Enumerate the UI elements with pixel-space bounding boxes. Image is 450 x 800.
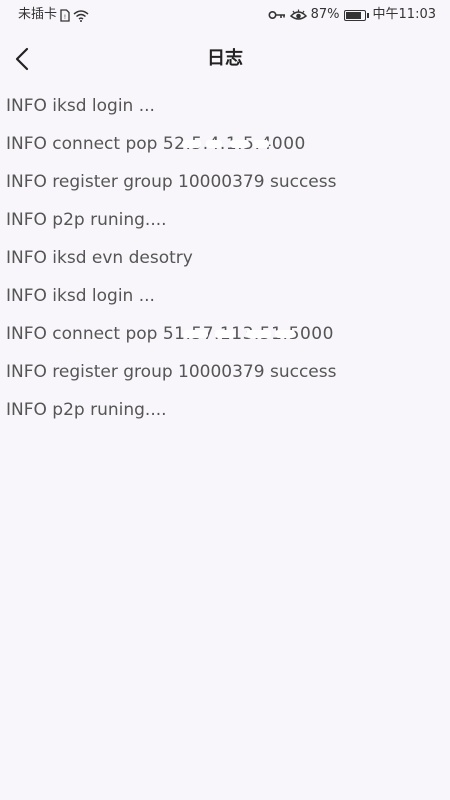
status-left: 未插卡 ! [18, 6, 89, 24]
log-line: INFO iksd evn desotry [6, 246, 446, 284]
log-line: INFO p2p runing.... [6, 208, 446, 246]
key-icon [268, 9, 286, 21]
app-header: 日志 [0, 34, 450, 84]
clock-time: 中午11:03 [372, 7, 436, 22]
log-text: INFO iksd login ... [6, 286, 155, 306]
log-text: INFO register group 10000379 success [6, 362, 337, 382]
log-text: INFO connect pop [6, 324, 163, 344]
wifi-icon [73, 9, 89, 22]
log-line: INFO register group 10000379 success [6, 170, 446, 208]
eye-icon [289, 9, 307, 22]
log-text: INFO iksd login ... [6, 96, 155, 116]
log-line: INFO connect pop 51.57.113.51:5000 [6, 322, 446, 360]
sim-icon: ! [60, 8, 70, 22]
log-line: INFO iksd login ... [6, 94, 446, 132]
carrier-text: 未插卡 [18, 7, 58, 22]
log-line: INFO register group 10000379 success [6, 360, 446, 398]
page-title: 日志 [207, 48, 243, 69]
log-text: INFO connect pop [6, 134, 163, 154]
log-text: INFO iksd evn desotry [6, 248, 193, 268]
log-line: INFO connect pop 52.5.4.1.5:4000 [6, 132, 446, 170]
redaction-mask [177, 324, 302, 344]
log-text: INFO p2p runing.... [6, 400, 167, 420]
log-text: INFO p2p runing.... [6, 210, 167, 230]
status-bar: 未插卡 ! 87% 中午11:03 [0, 0, 450, 30]
battery-icon [343, 9, 369, 21]
svg-text:!: ! [64, 14, 66, 21]
log-line: INFO p2p runing.... [6, 398, 446, 436]
status-right: 87% 中午11:03 [268, 6, 436, 24]
log-text: INFO register group 10000379 success [6, 172, 337, 192]
battery-fill [345, 11, 361, 19]
log-line: INFO iksd login ... [6, 284, 446, 322]
redaction-mask [177, 134, 274, 154]
battery-percent: 87% [310, 7, 340, 22]
log-list[interactable]: INFO iksd login ... INFO connect pop 52.5… [6, 94, 446, 436]
